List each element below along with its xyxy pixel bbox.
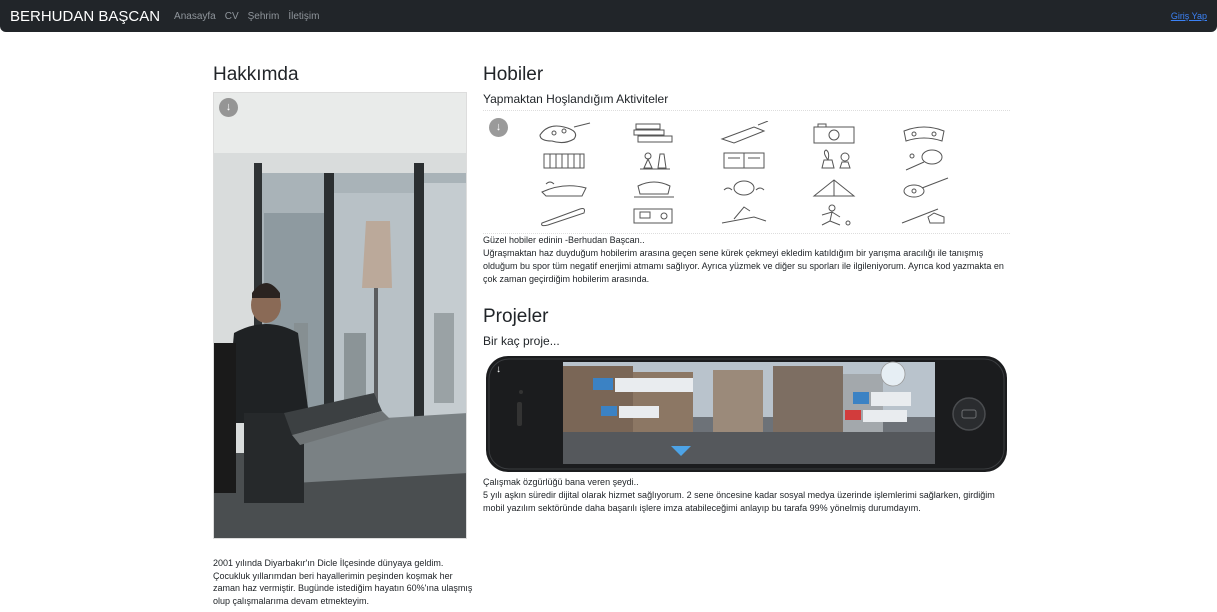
brand-name[interactable]: BERHUDAN BAŞCAN <box>10 8 160 25</box>
login-link[interactable]: Giriş Yap <box>1171 11 1207 21</box>
profile-photo: ↓ <box>213 92 467 539</box>
cooking-icon <box>609 174 699 202</box>
project-image: ↓ <box>483 352 1010 476</box>
palette-icon <box>519 119 609 147</box>
guitar-icon <box>879 174 969 202</box>
hobby-icon-grid <box>519 119 969 229</box>
top-navbar: BERHUDAN BAŞCAN Anasayfa CV Şehrim İleti… <box>0 0 1217 32</box>
projects-paragraph: 5 yılı aşkın süredir dijital olarak hizm… <box>483 490 995 513</box>
gamepad-icon <box>879 119 969 147</box>
hobbies-section: Hobiler Yapmaktan Hoşlandığım Aktivitele… <box>483 64 1010 515</box>
about-text: 2001 yılında Diyarbakır'ın Dicle İlçesin… <box>213 558 473 606</box>
download-icon[interactable]: ↓ <box>489 360 508 379</box>
books-icon <box>609 119 699 147</box>
golf-icon <box>699 202 789 230</box>
music-icon <box>699 119 789 147</box>
sewing-icon <box>609 202 699 230</box>
tennis-icon <box>879 147 969 175</box>
nav-link-cv[interactable]: CV <box>225 11 239 22</box>
plants-icon <box>789 147 879 175</box>
book-icon <box>699 147 789 175</box>
hobbies-paragraph: Uğraşmaktan haz duyduğum hobilerim arası… <box>483 248 1004 284</box>
hobbies-caption: Güzel hobiler edinin -Berhudan Başcan.. <box>483 235 645 245</box>
nav-link-city[interactable]: Şehrim <box>248 11 280 22</box>
tent-icon <box>789 174 879 202</box>
hobbies-title: Hobiler <box>483 64 544 85</box>
nav-link-contact[interactable]: İletişim <box>288 11 319 22</box>
piano-icon <box>519 147 609 175</box>
hobbies-subtitle: Yapmaktan Hoşlandığım Aktiviteler <box>483 92 669 106</box>
phone-illustration <box>486 356 1007 472</box>
skateboard-icon <box>519 202 609 230</box>
swim-icon <box>699 174 789 202</box>
download-icon[interactable]: ↓ <box>489 118 508 137</box>
nav-link-home[interactable]: Anasayfa <box>174 11 216 22</box>
projects-title: Projeler <box>483 306 549 327</box>
about-section: Hakkımda ↓ 2001 yılında Diyarbakır'ın Di… <box>213 64 472 607</box>
projects-subtitle: Bir kaç proje... <box>483 334 560 348</box>
fishing-icon <box>879 202 969 230</box>
projects-caption: Çalışmak özgürlüğü bana veren şeydi.. <box>483 477 639 487</box>
download-icon[interactable]: ↓ <box>219 98 238 117</box>
profile-photo-illustration <box>214 93 466 538</box>
chess-icon <box>609 147 699 175</box>
run-icon <box>789 202 879 230</box>
about-title: Hakkımda <box>213 64 299 85</box>
wifi-icon <box>519 174 609 202</box>
camera-icon <box>789 119 879 147</box>
hobbies-image: ↓ <box>483 110 1010 234</box>
